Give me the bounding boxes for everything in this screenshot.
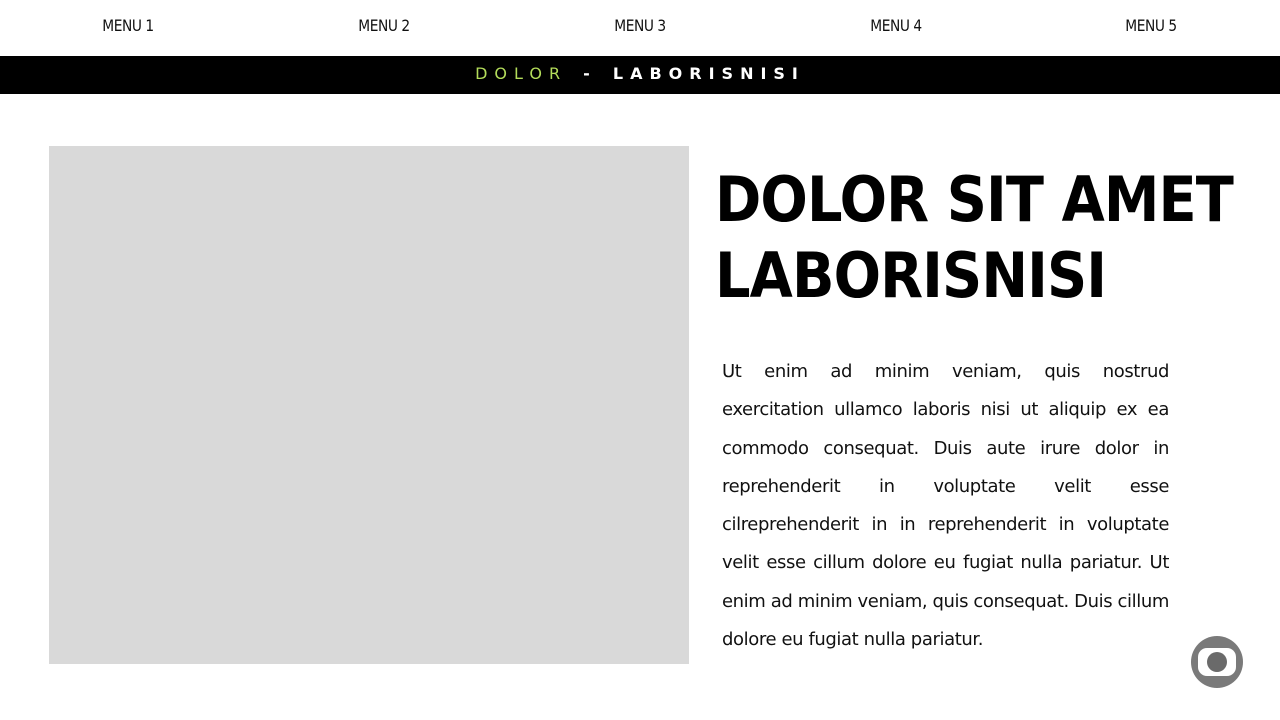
page-title: DOLOR SIT AMET LABORISNISI [715, 162, 1234, 314]
image-placeholder [49, 146, 689, 664]
menu-item-3[interactable]: MENU 3 [588, 16, 691, 35]
banner-main-text: LABORISNISI [612, 64, 805, 83]
page-title-line-1: DOLOR SIT AMET [715, 163, 1234, 236]
camera-icon [1198, 648, 1236, 676]
menu-item-5[interactable]: MENU 5 [1099, 16, 1202, 35]
banner-accent-text: DOLOR [475, 64, 568, 83]
camera-button[interactable] [1191, 636, 1243, 688]
banner: DOLOR - LABORISNISI [0, 56, 1280, 94]
camera-lens-icon [1207, 652, 1227, 672]
menu-item-2[interactable]: MENU 2 [332, 16, 435, 35]
body-paragraph: Ut enim ad minim veniam, quis nostrud ex… [722, 361, 1169, 651]
menu-item-4[interactable]: MENU 4 [844, 16, 947, 35]
page-title-line-2: LABORISNISI [715, 239, 1107, 312]
top-navigation: MENU 1 MENU 2 MENU 3 MENU 4 MENU 5 [0, 0, 1280, 56]
page: MENU 1 MENU 2 MENU 3 MENU 4 MENU 5 DOLOR… [0, 0, 1280, 720]
banner-separator: - [583, 64, 597, 83]
menu-item-1[interactable]: MENU 1 [76, 16, 179, 35]
